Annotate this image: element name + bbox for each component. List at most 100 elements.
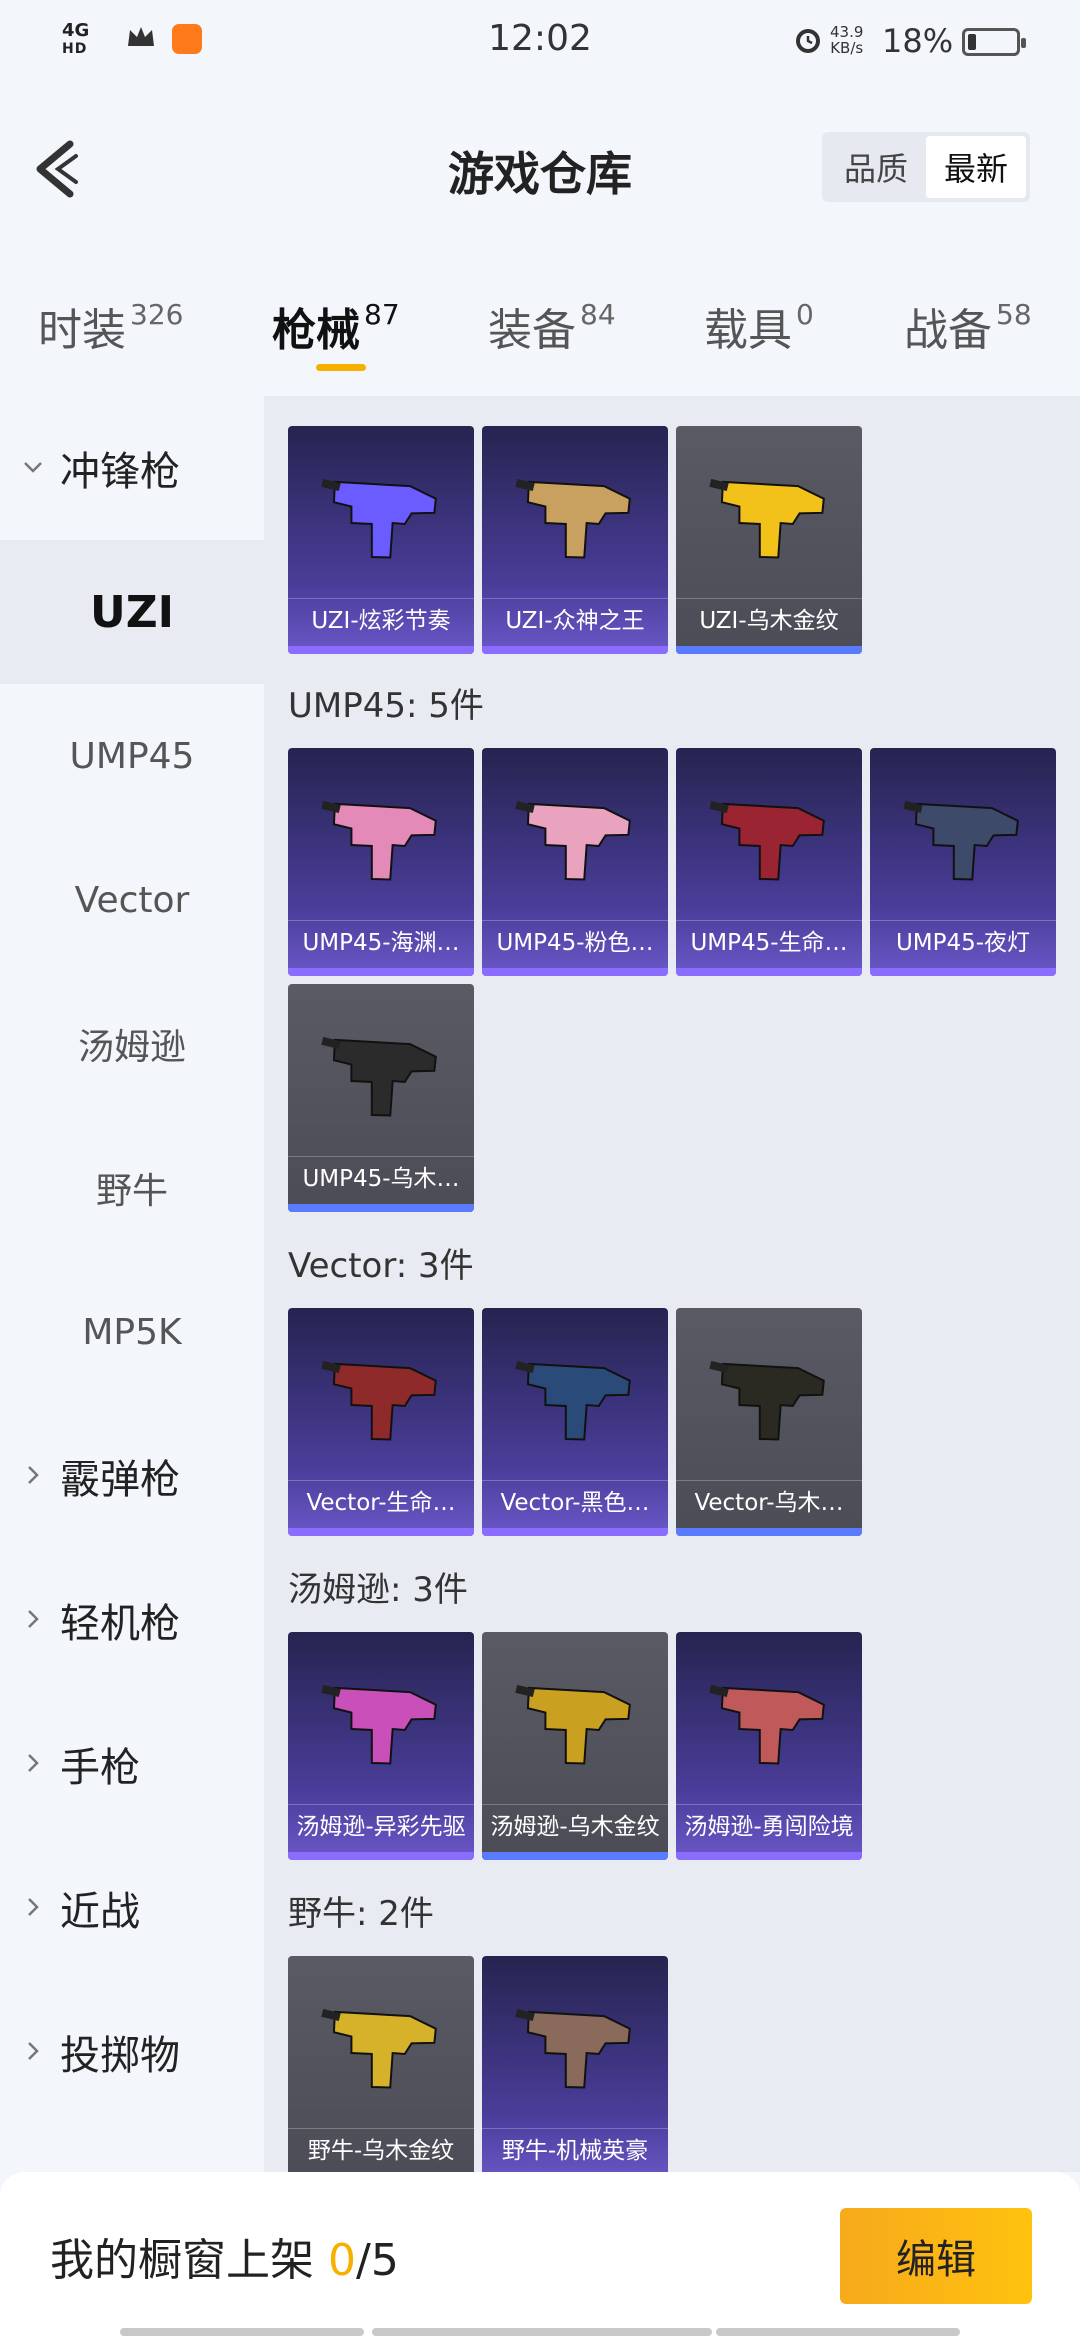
sidebar-item-uzi[interactable]: UZI (0, 540, 264, 684)
weapon-thumbnail-icon (321, 1036, 437, 1117)
weapon-skin-card[interactable]: UMP45-粉色… (482, 748, 668, 976)
weapon-thumbnail-icon (515, 1684, 631, 1765)
home-indicator (120, 2328, 364, 2336)
weapon-skin-name: UZI-众神之王 (482, 598, 668, 642)
weapon-thumbnail-icon (709, 478, 825, 559)
weapon-category-sidebar: 冲锋枪 UZI UMP45 Vector 汤姆逊 野牛 MP5K 霰弹枪 轻机枪… (0, 396, 264, 2172)
quality-bar (870, 968, 1056, 976)
weapon-skin-card[interactable]: UZI-乌木金纹 (676, 426, 862, 654)
quality-bar (482, 1852, 668, 1860)
weapon-thumbnail-icon (321, 1684, 437, 1765)
weapon-thumbnail-icon (515, 478, 631, 559)
quality-bar (288, 646, 474, 654)
weapon-skin-card[interactable]: UZI-炫彩节奏 (288, 426, 474, 654)
home-indicator (372, 2328, 712, 2336)
weapon-skin-card[interactable]: Vector-生命… (288, 1308, 474, 1536)
active-tab-indicator (316, 364, 366, 371)
home-indicator (716, 2328, 960, 2336)
section-title: UMP45: 5件 (288, 686, 484, 726)
sidebar-item-ump45[interactable]: UMP45 (0, 684, 264, 828)
weapon-skin-name: UMP45-生命… (676, 920, 862, 964)
weapon-skin-card[interactable]: 汤姆逊-勇闯险境 (676, 1632, 862, 1860)
weapon-thumbnail-icon (321, 2008, 437, 2089)
tab-vehicles[interactable]: 载具 0 (704, 294, 814, 358)
sidebar-group-pistol[interactable]: 手枪 (0, 1692, 264, 1836)
sort-option-latest[interactable]: 最新 (926, 136, 1026, 198)
sidebar-item-bizon[interactable]: 野牛 (0, 1116, 264, 1260)
weapon-skin-name: 汤姆逊-乌木金纹 (482, 1804, 668, 1848)
weapon-skin-card[interactable]: UMP45-乌木… (288, 984, 474, 1212)
quality-bar (288, 1204, 474, 1212)
weapon-thumbnail-icon (515, 2008, 631, 2089)
quality-bar (676, 968, 862, 976)
quality-bar (288, 1852, 474, 1860)
sidebar-item-vector[interactable]: Vector (0, 828, 264, 972)
sidebar-group-melee[interactable]: 近战 (0, 1836, 264, 1980)
chevron-right-icon (28, 1898, 39, 1916)
status-bar: 4G HD 12:02 43.9 KB/s 18% (0, 0, 1080, 82)
weapon-thumbnail-icon (515, 1360, 631, 1441)
chevron-right-icon (28, 1610, 39, 1628)
weapon-skin-card[interactable]: UZI-众神之王 (482, 426, 668, 654)
weapon-skin-name: 汤姆逊-勇闯险境 (676, 1804, 862, 1848)
quality-bar (676, 646, 862, 654)
quality-bar (482, 1528, 668, 1536)
quality-bar (482, 646, 668, 654)
top-header: 游戏仓库 品质 最新 (0, 118, 1080, 218)
weapon-skin-card[interactable]: UMP45-海渊… (288, 748, 474, 976)
section-title: Vector: 3件 (288, 1246, 474, 1286)
weapon-skin-grid: UMP45: 5件 Vector: 3件 汤姆逊: 3件 野牛: 2件 UZI-… (264, 396, 1080, 2172)
battery-percent: 18% (882, 22, 954, 60)
tab-supplies[interactable]: 战备 58 (904, 294, 1032, 358)
weapon-thumbnail-icon (709, 800, 825, 881)
weapon-skin-name: 野牛-机械英豪 (482, 2128, 668, 2172)
weapon-skin-name: UMP45-夜灯 (870, 920, 1056, 964)
sidebar-item-mp5k[interactable]: MP5K (0, 1260, 264, 1404)
section-title: 野牛: 2件 (288, 1894, 434, 1934)
chevron-right-icon (28, 1466, 39, 1484)
tab-equipment[interactable]: 装备 84 (488, 294, 616, 358)
weapon-skin-name: 野牛-乌木金纹 (288, 2128, 474, 2172)
quality-bar (288, 1528, 474, 1536)
weapon-skin-name: UMP45-乌木… (288, 1156, 474, 1200)
tab-firearms[interactable]: 枪械 87 (272, 294, 400, 358)
weapon-skin-card[interactable]: 野牛-机械英豪 (482, 1956, 668, 2172)
weapon-skin-name: 汤姆逊-异彩先驱 (288, 1804, 474, 1848)
sort-option-quality[interactable]: 品质 (826, 136, 926, 198)
sidebar-group-shotgun[interactable]: 霰弹枪 (0, 1404, 264, 1548)
showcase-count: 我的橱窗上架 0/5 (50, 2235, 399, 2286)
weapon-skin-card[interactable]: 汤姆逊-异彩先驱 (288, 1632, 474, 1860)
sidebar-group-smg[interactable]: 冲锋枪 (0, 396, 264, 540)
sidebar-group-lmg[interactable]: 轻机枪 (0, 1548, 264, 1692)
weapon-thumbnail-icon (515, 800, 631, 881)
section-title: 汤姆逊: 3件 (288, 1570, 468, 1610)
weapon-skin-card[interactable]: UMP45-生命… (676, 748, 862, 976)
weapon-skin-name: Vector-生命… (288, 1480, 474, 1524)
quality-bar (676, 1852, 862, 1860)
sidebar-group-throwables[interactable]: 投掷物 (0, 1980, 264, 2124)
alarm-icon (796, 29, 820, 53)
quality-bar (676, 1528, 862, 1536)
weapon-thumbnail-icon (321, 1360, 437, 1441)
category-tabs: 时装 326 枪械 87 装备 84 载具 0 战备 58 (0, 280, 1080, 390)
chevron-right-icon (28, 1754, 39, 1772)
chevron-down-icon (24, 462, 42, 473)
weapon-skin-name: UZI-炫彩节奏 (288, 598, 474, 642)
quality-bar (288, 968, 474, 976)
weapon-skin-card[interactable]: 野牛-乌木金纹 (288, 1956, 474, 2172)
edit-button[interactable]: 编辑 (840, 2208, 1032, 2304)
weapon-skin-card[interactable]: Vector-乌木… (676, 1308, 862, 1536)
sidebar-item-thompson[interactable]: 汤姆逊 (0, 972, 264, 1116)
weapon-skin-name: UZI-乌木金纹 (676, 598, 862, 642)
battery-icon (962, 28, 1026, 56)
quality-bar (482, 968, 668, 976)
tab-fashion[interactable]: 时装 326 (38, 294, 183, 358)
chevron-right-icon (28, 2042, 39, 2060)
weapon-skin-card[interactable]: UMP45-夜灯 (870, 748, 1056, 976)
weapon-skin-card[interactable]: 汤姆逊-乌木金纹 (482, 1632, 668, 1860)
sort-toggle: 品质 最新 (822, 132, 1030, 202)
weapon-skin-card[interactable]: Vector-黑色… (482, 1308, 668, 1536)
weapon-thumbnail-icon (709, 1360, 825, 1441)
weapon-thumbnail-icon (709, 1684, 825, 1765)
showcase-bar: 我的橱窗上架 0/5 编辑 (0, 2172, 1080, 2340)
